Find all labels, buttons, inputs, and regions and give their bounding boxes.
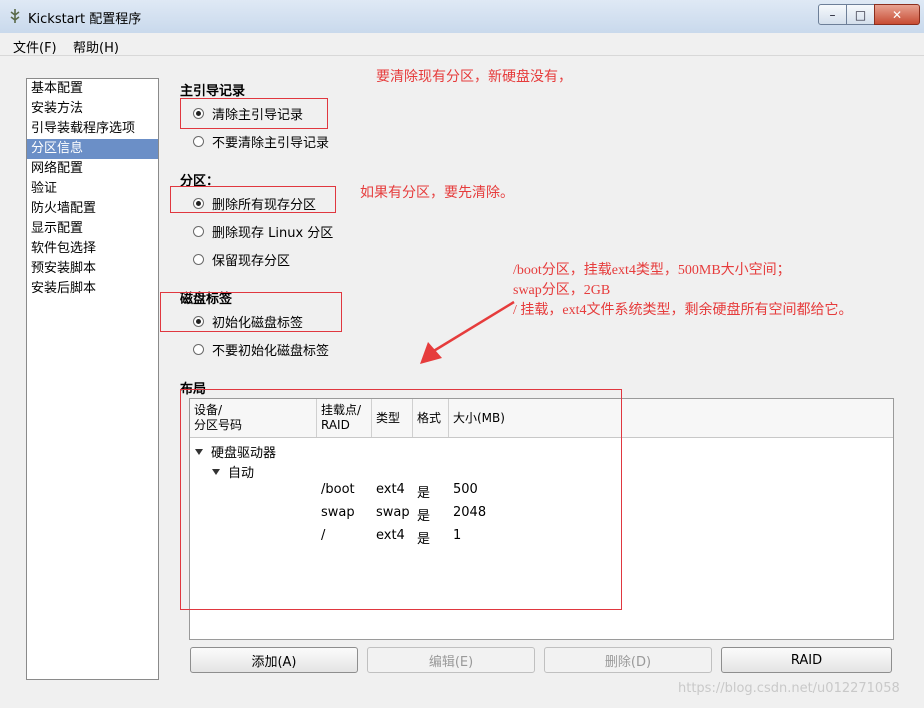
- radio-remove-linux[interactable]: 删除现存 Linux 分区: [193, 222, 333, 241]
- sidebar-list: 基本配置 安装方法 引导装载程序选项 分区信息 网络配置 验证 防火墙配置 显示…: [26, 78, 159, 680]
- delete-button[interactable]: 删除(D): [544, 647, 712, 673]
- sidebar-item-network[interactable]: 网络配置: [27, 159, 158, 179]
- annotation-box: [180, 98, 328, 129]
- edit-button[interactable]: 编辑(E): [367, 647, 535, 673]
- radio-label: 删除现存 Linux 分区: [212, 226, 334, 241]
- radio-unchecked-icon: [193, 344, 204, 355]
- raid-button[interactable]: RAID: [721, 647, 892, 673]
- window-title: Kickstart 配置程序: [28, 12, 142, 27]
- sidebar-item-display[interactable]: 显示配置: [27, 219, 158, 239]
- sidebar-item-install-method[interactable]: 安装方法: [27, 99, 158, 119]
- menu-file[interactable]: 文件(F): [13, 37, 57, 56]
- annotation-text: / 挂载，ext4文件系统类型，剩余硬盘所有空间都给它。: [513, 303, 853, 318]
- radio-keep-existing[interactable]: 保留现存分区: [193, 250, 290, 269]
- annotation-text: 如果有分区，要先清除。: [360, 185, 514, 201]
- sidebar-item-partition[interactable]: 分区信息: [27, 139, 158, 159]
- annotation-text: 要清除现有分区，新硬盘没有，: [376, 69, 572, 85]
- maximize-icon: □: [854, 7, 867, 22]
- sidebar-item-pre-script[interactable]: 预安装脚本: [27, 259, 158, 279]
- menu-help[interactable]: 帮助(H): [73, 37, 119, 56]
- radio-no-init-label[interactable]: 不要初始化磁盘标签: [193, 340, 329, 359]
- mbr-section-title: 主引导记录: [180, 84, 246, 99]
- sidebar-item-post-script[interactable]: 安装后脚本: [27, 279, 158, 299]
- radio-unchecked-icon: [193, 226, 204, 237]
- maximize-button[interactable]: □: [846, 4, 875, 25]
- annotation-box: [170, 186, 336, 213]
- annotation-text: /boot分区，挂载ext4类型，500MB大小空间；: [513, 263, 791, 278]
- sidebar-item-bootloader[interactable]: 引导装载程序选项: [27, 119, 158, 139]
- radio-label: 保留现存分区: [212, 254, 291, 269]
- close-button[interactable]: ✕: [874, 4, 920, 25]
- sidebar-item-auth[interactable]: 验证: [27, 179, 158, 199]
- radio-label: 不要清除主引导记录: [212, 136, 330, 151]
- annotation-box: [160, 292, 342, 332]
- radio-keep-mbr[interactable]: 不要清除主引导记录: [193, 132, 329, 151]
- sidebar-item-basic[interactable]: 基本配置: [27, 79, 158, 99]
- minimize-button[interactable]: –: [818, 4, 847, 25]
- watermark: https://blog.csdn.net/u012271058: [678, 681, 900, 696]
- title-bar: Kickstart 配置程序 – □ ✕: [0, 0, 924, 34]
- sidebar-item-firewall[interactable]: 防火墙配置: [27, 199, 158, 219]
- minimize-icon: –: [829, 7, 836, 22]
- add-button[interactable]: 添加(A): [190, 647, 358, 673]
- radio-unchecked-icon: [193, 254, 204, 265]
- menu-bar: 文件(F) 帮助(H): [0, 33, 924, 56]
- app-icon: [10, 9, 20, 23]
- radio-unchecked-icon: [193, 136, 204, 147]
- annotation-arrow-icon: [420, 300, 515, 364]
- sidebar-item-packages[interactable]: 软件包选择: [27, 239, 158, 259]
- close-icon: ✕: [891, 7, 903, 22]
- radio-label: 不要初始化磁盘标签: [212, 344, 330, 359]
- annotation-box: [180, 389, 622, 610]
- annotation-text: swap分区，2GB: [513, 283, 611, 298]
